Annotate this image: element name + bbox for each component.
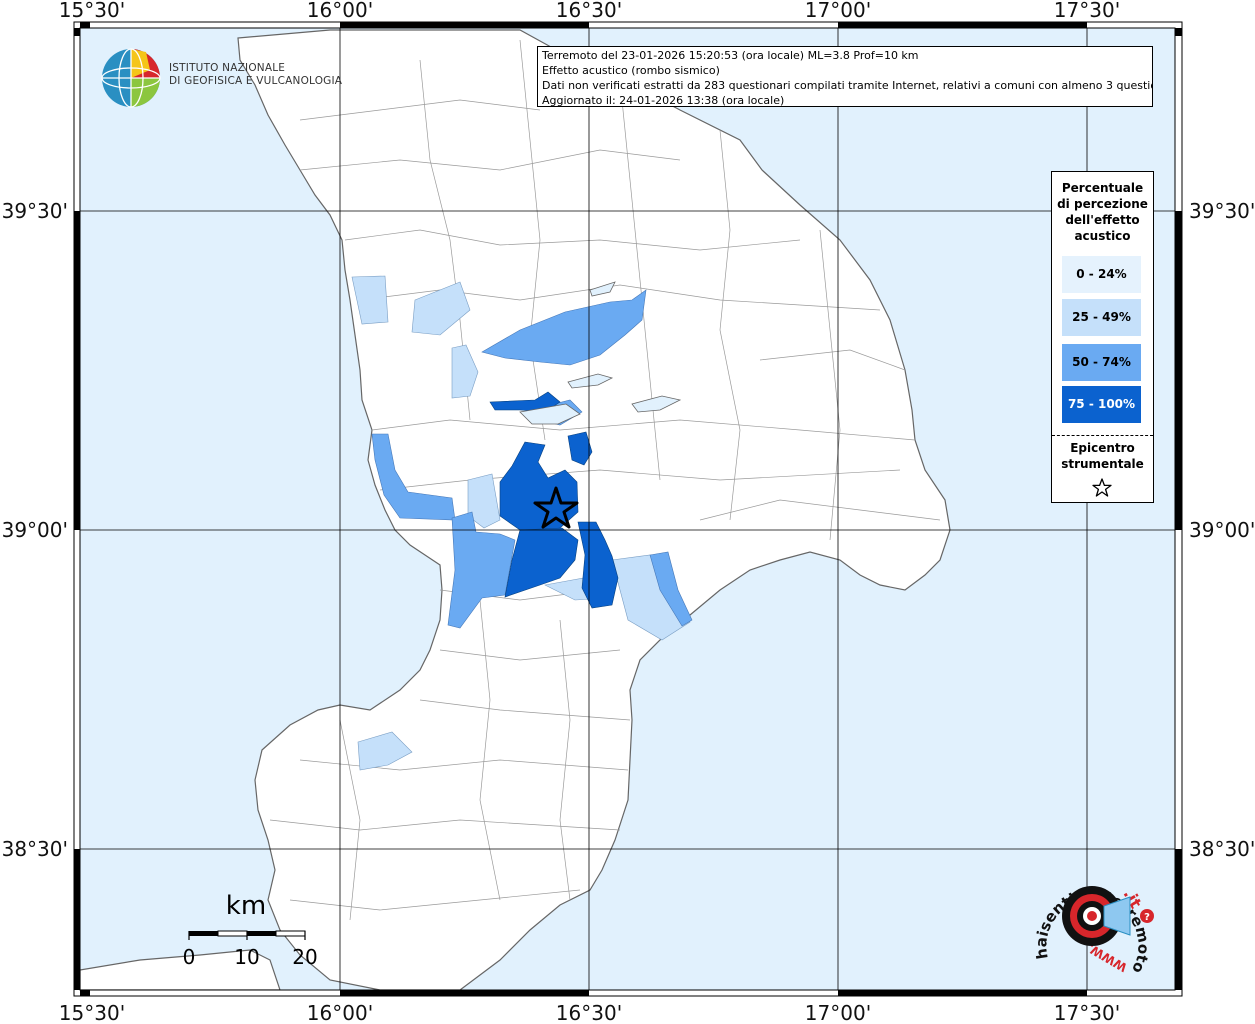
legend-title: Percentuale di percezione dell'effetto a… [1052, 180, 1153, 244]
right-tick-labels: 39°30' 39°00' 38°30' [1189, 199, 1255, 861]
legend-title-line: acustico [1074, 229, 1131, 243]
star-icon [1092, 478, 1112, 497]
institute-line: ISTITUTO NAZIONALE [169, 62, 286, 74]
top-tick-labels: 15°30' 16°00' 16°30' 17°00' 17°30' [59, 0, 1120, 22]
legend-swatch-0-24: 0 - 24% [1062, 256, 1141, 293]
legend-swatch-50-74: 50 - 74% [1062, 344, 1141, 381]
legend-title-line: Percentuale [1061, 181, 1144, 195]
tick-label: 17°30' [1054, 1001, 1120, 1024]
tick-label: 39°00' [2, 518, 68, 542]
scale-label: 10 [234, 945, 259, 969]
legend-title-line: di percezione [1057, 197, 1148, 211]
tick-label: 39°00' [1189, 518, 1255, 542]
earthquake-map: 15°30' 16°00' 16°30' 17°00' 17°30' 15°30… [2, 0, 1255, 1024]
bottom-tick-labels: 15°30' 16°00' 16°30' 17°00' 17°30' [59, 1001, 1120, 1024]
tick-label: 15°30' [59, 0, 125, 22]
tick-label: 38°30' [1189, 837, 1255, 861]
institute-line: DI GEOFISICA E VULCANOLOGIA [169, 75, 343, 87]
left-tick-labels: 39°30' 39°00' 38°30' [2, 199, 68, 861]
tick-label: 16°30' [556, 0, 622, 22]
tick-label: 16°00' [307, 1001, 373, 1024]
scale-label: 0 [183, 945, 196, 969]
ingv-logo-icon [101, 48, 161, 108]
tick-label: 39°30' [2, 199, 68, 223]
tick-label: 39°30' [1189, 199, 1255, 223]
event-info-box: Terremoto del 23-01-2026 15:20:53 (ora l… [537, 46, 1153, 107]
event-info-line: Terremoto del 23-01-2026 15:20:53 (ora l… [542, 49, 919, 62]
epicenter-legend-label: Epicentro strumentale [1052, 440, 1153, 472]
tick-label: 16°30' [556, 1001, 622, 1024]
event-info-line: Aggiornato il: 24-01-2026 13:38 (ora loc… [542, 94, 785, 107]
tick-label: 15°30' [59, 1001, 125, 1024]
event-info-line: Dati non verificati estratti da 283 ques… [542, 79, 1153, 92]
scale-label: 20 [292, 945, 317, 969]
legend: Percentuale di percezione dell'effetto a… [1051, 171, 1154, 503]
tick-label: 16°00' [307, 0, 373, 22]
epicenter-legend-line: Epicentro [1070, 441, 1135, 455]
tick-label: 38°30' [2, 837, 68, 861]
tick-label: 17°00' [805, 0, 871, 22]
svg-text:?: ? [1144, 912, 1150, 923]
institute-name: ISTITUTO NAZIONALE DI GEOFISICA E VULCAN… [169, 62, 342, 88]
event-info-line: Effetto acustico (rombo sismico) [542, 64, 720, 77]
scale-unit: km [226, 891, 266, 921]
tick-label: 17°30' [1054, 0, 1120, 22]
tick-label: 17°00' [805, 1001, 871, 1024]
legend-title-line: dell'effetto [1065, 213, 1140, 227]
legend-divider [1052, 435, 1153, 436]
legend-swatch-75-100: 75 - 100% [1062, 386, 1141, 423]
legend-swatch-25-49: 25 - 49% [1062, 299, 1141, 336]
epicenter-legend-line: strumentale [1061, 457, 1144, 471]
